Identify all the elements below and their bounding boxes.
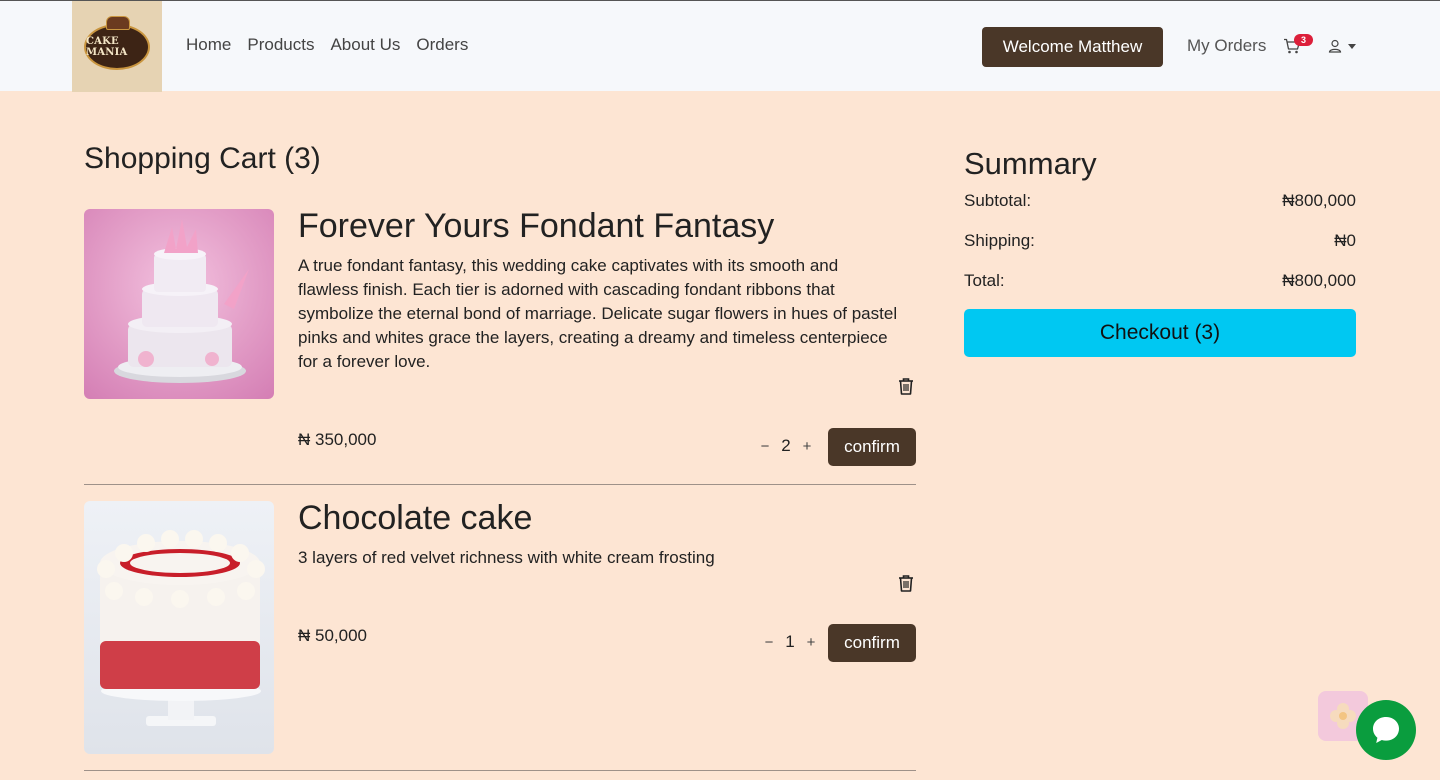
user-menu-dropdown[interactable] [1328,38,1362,54]
increment-button[interactable]: + [801,634,821,651]
subtotal-label: Subtotal: [964,191,1032,210]
nav-links: Home Products About Us Orders [186,35,468,55]
checkout-button[interactable]: Checkout (3) [964,309,1356,357]
product-title[interactable]: Chocolate cake [298,499,532,538]
cart-title: Shopping Cart (3) [84,142,321,175]
subtotal-value: ₦800,000 [1282,191,1356,210]
cart-item: Forever Yours Fondant Fantasy A true fon… [84,207,916,485]
brand-logo[interactable]: CAKE MANIA [72,1,162,92]
cart-item: Chocolate cake 3 layers of red velvet ri… [84,499,916,771]
nav-link-about-us[interactable]: About Us [330,35,400,55]
logo-text: CAKE MANIA [86,35,128,58]
chevron-down-icon [1348,43,1356,49]
quantity-stepper: − 2 + [755,436,817,456]
increment-button[interactable]: + [797,438,817,455]
welcome-button[interactable]: Welcome Matthew [982,27,1163,67]
product-description: A true fondant fantasy, this wedding cak… [298,256,898,371]
trash-icon[interactable] [896,573,916,593]
decrement-button[interactable]: − [755,438,775,455]
trash-icon[interactable] [896,376,916,396]
confirm-button[interactable]: confirm [828,428,916,466]
my-orders-link[interactable]: My Orders [1187,36,1266,56]
navbar: CAKE MANIA Home Products About Us Orders… [0,0,1440,92]
nav-link-home[interactable]: Home [186,35,231,55]
total-value: ₦800,000 [1282,271,1356,290]
product-image [84,501,274,754]
user-icon [1328,39,1342,53]
quantity-value: 1 [785,632,795,651]
quantity-stepper: − 1 + [759,632,821,652]
cart-count-badge: 3 [1294,34,1313,46]
item-divider [84,484,916,485]
product-description: 3 layers of red velvet richness with whi… [298,548,715,567]
subtotal-row: Subtotal: ₦800,000 [964,191,1356,211]
shipping-label: Shipping: [964,231,1035,250]
nav-link-orders[interactable]: Orders [416,35,468,55]
order-summary: Summary Subtotal: ₦800,000 Shipping: ₦0 … [964,146,1356,357]
product-image [84,209,274,399]
shipping-value: ₦0 [1334,231,1356,250]
chat-button[interactable] [1356,700,1416,760]
chat-bubble-icon [1373,717,1399,743]
logo-badge: CAKE MANIA [84,15,150,70]
product-price: ₦ 350,000 [298,430,377,449]
quantity-value: 2 [781,436,791,455]
product-title[interactable]: Forever Yours Fondant Fantasy [298,207,774,246]
product-price: ₦ 50,000 [298,626,367,645]
shipping-row: Shipping: ₦0 [964,231,1356,251]
confirm-button[interactable]: confirm [828,624,916,662]
item-divider [84,770,916,771]
nav-link-products[interactable]: Products [247,35,314,55]
total-label: Total: [964,271,1005,290]
flower-icon [1330,703,1356,729]
total-row: Total: ₦800,000 [964,271,1356,291]
decrement-button[interactable]: − [759,634,779,651]
summary-title: Summary [964,146,1097,181]
